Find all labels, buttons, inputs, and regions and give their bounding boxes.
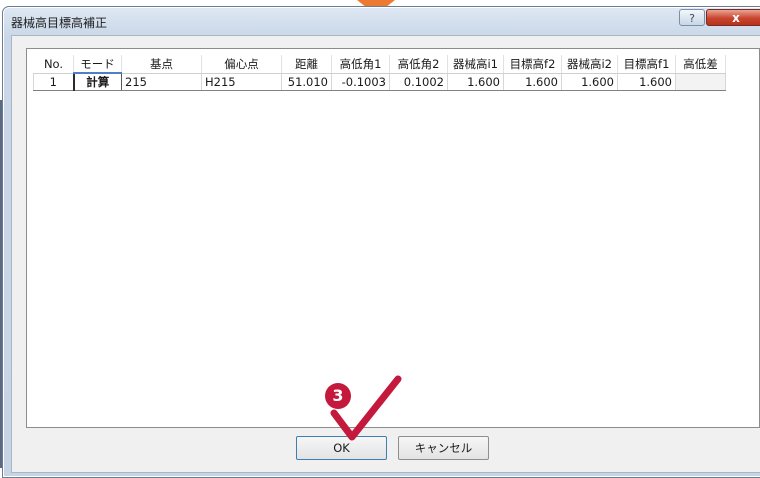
close-icon: x [732, 11, 740, 25]
column-header-height-difference[interactable]: 高低差 [675, 55, 726, 74]
step-number-badge: 3 [325, 383, 351, 409]
window-title: 器械高目標高補正 [11, 16, 108, 30]
cell-base-point[interactable]: 215 [121, 72, 202, 91]
close-button[interactable]: x [706, 9, 760, 26]
column-header-mode[interactable]: モード [73, 55, 122, 74]
cell-no[interactable]: 1 [33, 72, 74, 91]
column-header-base-point[interactable]: 基点 [121, 55, 202, 74]
column-header-instrument-height-1[interactable]: 器械高i1 [447, 55, 504, 74]
cancel-button[interactable]: キャンセル [398, 436, 489, 460]
cell-vertical-angle-1[interactable]: -0.1003 [331, 72, 390, 91]
table-row[interactable]: 1 計算 215 H215 51.010 -0.1003 0.1002 1.60… [33, 72, 726, 91]
cell-target-height-1[interactable]: 1.600 [617, 72, 676, 91]
cell-vertical-angle-2[interactable]: 0.1002 [389, 72, 448, 91]
column-header-offset-point[interactable]: 偏心点 [201, 55, 282, 74]
cell-instrument-height-2[interactable]: 1.600 [561, 72, 618, 91]
column-header-distance[interactable]: 距離 [281, 55, 332, 74]
cell-mode[interactable]: 計算 [72, 72, 122, 91]
cell-offset-point[interactable]: H215 [201, 72, 282, 91]
help-button[interactable]: ? [679, 9, 705, 26]
cell-instrument-height-1[interactable]: 1.600 [447, 72, 504, 91]
table-header-row: No. モード 基点 偏心点 距離 高低角1 高低角2 器械高i1 目標高f2 … [33, 55, 726, 74]
column-header-target-height-2[interactable]: 目標高f2 [503, 55, 562, 74]
data-grid[interactable]: No. モード 基点 偏心点 距離 高低角1 高低角2 器械高i1 目標高f2 … [26, 48, 760, 428]
column-header-no[interactable]: No. [33, 55, 74, 74]
column-header-vertical-angle-1[interactable]: 高低角1 [331, 55, 390, 74]
column-header-target-height-1[interactable]: 目標高f1 [617, 55, 676, 74]
cell-distance[interactable]: 51.010 [281, 72, 332, 91]
column-header-vertical-angle-2[interactable]: 高低角2 [389, 55, 448, 74]
column-header-instrument-height-2[interactable]: 器械高i2 [561, 55, 618, 74]
correction-table: No. モード 基点 偏心点 距離 高低角1 高低角2 器械高i1 目標高f2 … [33, 55, 726, 91]
help-icon: ? [689, 12, 695, 25]
title-bar[interactable]: 器械高目標高補正 ? x [3, 7, 760, 35]
cell-target-height-2[interactable]: 1.600 [503, 72, 562, 91]
cell-height-difference[interactable] [675, 72, 726, 91]
